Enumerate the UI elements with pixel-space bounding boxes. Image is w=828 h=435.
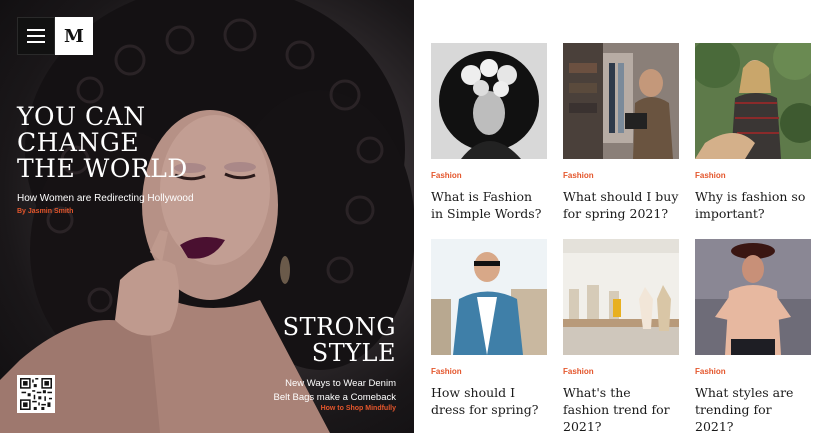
article-thumbnail[interactable] [431, 43, 547, 159]
qr-code-icon [20, 378, 52, 410]
feature-headline-line: STYLE [311, 339, 396, 367]
article-card[interactable]: Fashion How should I dress for spring? [431, 239, 547, 418]
feature-headline[interactable]: STRONG STYLE [283, 314, 396, 366]
cover-photo [0, 0, 414, 433]
article-category[interactable]: Fashion [431, 367, 547, 377]
article-title[interactable]: What's the fashion trend for 2021? [563, 384, 679, 435]
article-category[interactable]: Fashion [695, 171, 811, 181]
article-title[interactable]: What is Fashion in Simple Words? [431, 188, 547, 222]
article-category[interactable]: Fashion [431, 171, 547, 181]
article-thumbnail[interactable] [695, 239, 811, 355]
article-title[interactable]: Why is fashion so important? [695, 188, 811, 222]
article-card[interactable]: Fashion What styles are trending for 202… [695, 239, 811, 435]
feature-subtitle-line: Belt Bags make a Comeback [273, 392, 396, 403]
article-thumbnail[interactable] [563, 239, 679, 355]
article-card[interactable]: Fashion What's the fashion trend for 202… [563, 239, 679, 435]
article-title[interactable]: How should I dress for spring? [431, 384, 547, 418]
menu-icon-bar [27, 41, 45, 43]
article-category[interactable]: Fashion [563, 171, 679, 181]
article-card[interactable]: Fashion What is Fashion in Simple Words? [431, 43, 547, 222]
feature-subtitles: New Ways to Wear Denim Belt Bags make a … [273, 377, 396, 405]
hero-headline-line: THE WORLD [17, 154, 188, 183]
feature-headline-line: STRONG [282, 313, 396, 341]
article-thumbnail[interactable] [563, 43, 679, 159]
feature-subtitle-line: New Ways to Wear Denim [285, 378, 396, 389]
article-grid: Fashion What is Fashion in Simple Words?… [414, 0, 828, 435]
menu-button[interactable] [17, 17, 55, 55]
hero-subtitle: How Women are Redirecting Hollywood [17, 193, 194, 204]
site-logo[interactable]: M [55, 17, 93, 55]
hero-cover: M YOU CAN CHANGE THE WORLD How Women are… [0, 0, 414, 433]
article-title[interactable]: What should I buy for spring 2021? [563, 188, 679, 222]
feature-link[interactable]: How to Shop Mindfully [321, 405, 396, 412]
qr-code [17, 375, 55, 413]
hero-headline-line: YOU CAN [17, 102, 146, 131]
hero-byline[interactable]: By Jasmin Smith [17, 208, 73, 215]
article-title[interactable]: What styles are trending for 2021? [695, 384, 811, 435]
hero-headline[interactable]: YOU CAN CHANGE THE WORLD [17, 104, 237, 182]
article-card[interactable]: Fashion Why is fashion so important? [695, 43, 811, 222]
article-card[interactable]: Fashion What should I buy for spring 202… [563, 43, 679, 222]
article-thumbnail[interactable] [431, 239, 547, 355]
article-category[interactable]: Fashion [563, 367, 679, 377]
article-category[interactable]: Fashion [695, 367, 811, 377]
menu-icon-bar [27, 35, 45, 37]
article-thumbnail[interactable] [695, 43, 811, 159]
menu-icon-bar [27, 29, 45, 31]
hero-headline-line: CHANGE [17, 128, 140, 157]
